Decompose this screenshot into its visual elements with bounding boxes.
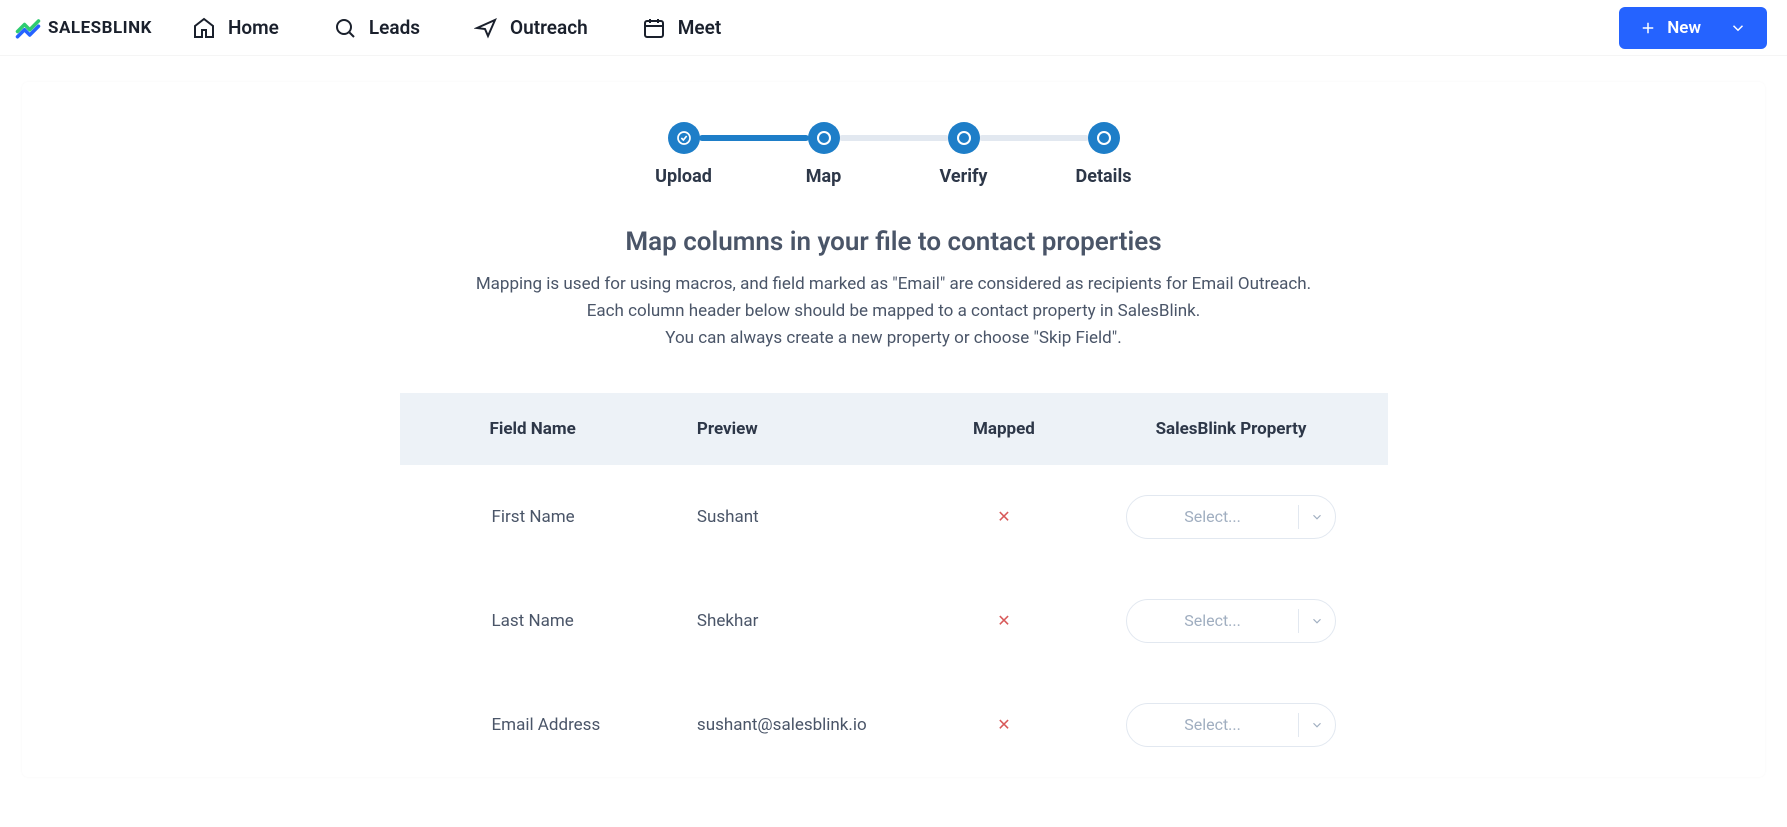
ring-icon — [957, 131, 971, 145]
cell-property: Select... — [1075, 673, 1388, 777]
select-placeholder: Select... — [1127, 611, 1298, 630]
step-details-circle — [1088, 122, 1120, 154]
step-verify-circle — [948, 122, 980, 154]
step-map[interactable]: Map — [754, 122, 894, 187]
ring-icon — [1097, 131, 1111, 145]
col-preview: Preview — [667, 393, 933, 465]
table-header-row: Field Name Preview Mapped SalesBlink Pro… — [400, 393, 1388, 465]
home-icon — [192, 16, 216, 40]
step-upload[interactable]: Upload — [614, 122, 754, 187]
section-heading: Map columns in your file to contact prop… — [22, 227, 1765, 353]
nav-leads[interactable]: Leads — [333, 16, 420, 40]
step-verify[interactable]: Verify — [894, 122, 1034, 187]
heading-line-3: You can always create a new property or … — [22, 325, 1765, 352]
cell-preview: Sushant — [667, 465, 933, 569]
property-select[interactable]: Select... — [1126, 495, 1336, 539]
cell-preview: sushant@salesblink.io — [667, 673, 933, 777]
nav-leads-label: Leads — [369, 16, 420, 39]
nav-home[interactable]: Home — [192, 16, 279, 40]
step-map-circle — [808, 122, 840, 154]
nav-items: Home Leads Outreach Meet — [192, 16, 721, 40]
cell-field-name: Last Name — [400, 569, 667, 673]
nav-meet[interactable]: Meet — [642, 16, 721, 40]
calendar-icon — [642, 16, 666, 40]
brand-logo[interactable]: SALESBLINK — [14, 14, 152, 42]
x-icon: ✕ — [997, 715, 1010, 734]
cell-preview: Shekhar — [667, 569, 933, 673]
table-row: First Name Sushant ✕ Select... — [400, 465, 1388, 569]
page-title: Map columns in your file to contact prop… — [22, 227, 1765, 257]
cell-field-name: First Name — [400, 465, 667, 569]
heading-line-2: Each column header below should be mappe… — [22, 298, 1765, 325]
col-mapped: Mapped — [933, 393, 1074, 465]
table-row: Last Name Shekhar ✕ Select... — [400, 569, 1388, 673]
step-upload-label: Upload — [655, 166, 712, 187]
cell-property: Select... — [1075, 465, 1388, 569]
logo-mark-icon — [14, 14, 42, 42]
connector-2 — [839, 135, 949, 141]
step-upload-circle — [668, 122, 700, 154]
cell-mapped: ✕ — [933, 465, 1074, 569]
step-verify-label: Verify — [940, 166, 988, 187]
new-button-label: New — [1667, 18, 1701, 38]
nav-outreach[interactable]: Outreach — [474, 16, 588, 40]
x-icon: ✕ — [997, 611, 1010, 630]
chevron-down-icon — [1299, 614, 1335, 628]
select-placeholder: Select... — [1127, 715, 1298, 734]
table-row: Email Address sushant@salesblink.io ✕ Se… — [400, 673, 1388, 777]
chevron-down-icon — [1299, 718, 1335, 732]
main-panel: Upload Map Verify Details Map columns in… — [22, 82, 1765, 777]
cell-field-name: Email Address — [400, 673, 667, 777]
property-select[interactable]: Select... — [1126, 599, 1336, 643]
ring-icon — [817, 131, 831, 145]
cell-property: Select... — [1075, 569, 1388, 673]
nav-outreach-label: Outreach — [510, 16, 588, 39]
connector-3 — [979, 135, 1089, 141]
top-navigation: SALESBLINK Home Leads Outreach Meet — [0, 0, 1787, 56]
step-details-label: Details — [1076, 166, 1132, 187]
chevron-down-icon — [1729, 19, 1747, 37]
new-button[interactable]: New — [1619, 7, 1767, 49]
step-details[interactable]: Details — [1034, 122, 1174, 187]
connector-1 — [699, 135, 809, 141]
nav-meet-label: Meet — [678, 16, 721, 39]
col-field-name: Field Name — [400, 393, 667, 465]
select-placeholder: Select... — [1127, 507, 1298, 526]
cell-mapped: ✕ — [933, 569, 1074, 673]
cell-mapped: ✕ — [933, 673, 1074, 777]
col-property: SalesBlink Property — [1075, 393, 1388, 465]
heading-line-1: Mapping is used for using macros, and fi… — [22, 271, 1765, 298]
x-icon: ✕ — [997, 507, 1010, 526]
chevron-down-icon — [1299, 510, 1335, 524]
send-icon — [474, 16, 498, 40]
stepper: Upload Map Verify Details — [22, 122, 1765, 187]
search-icon — [333, 16, 357, 40]
property-select[interactable]: Select... — [1126, 703, 1336, 747]
nav-home-label: Home — [228, 16, 279, 39]
plus-icon — [1639, 19, 1657, 37]
step-map-label: Map — [806, 166, 842, 187]
brand-name: SALESBLINK — [48, 18, 152, 38]
mapping-table: Field Name Preview Mapped SalesBlink Pro… — [400, 393, 1388, 777]
check-circle-icon — [676, 130, 692, 146]
